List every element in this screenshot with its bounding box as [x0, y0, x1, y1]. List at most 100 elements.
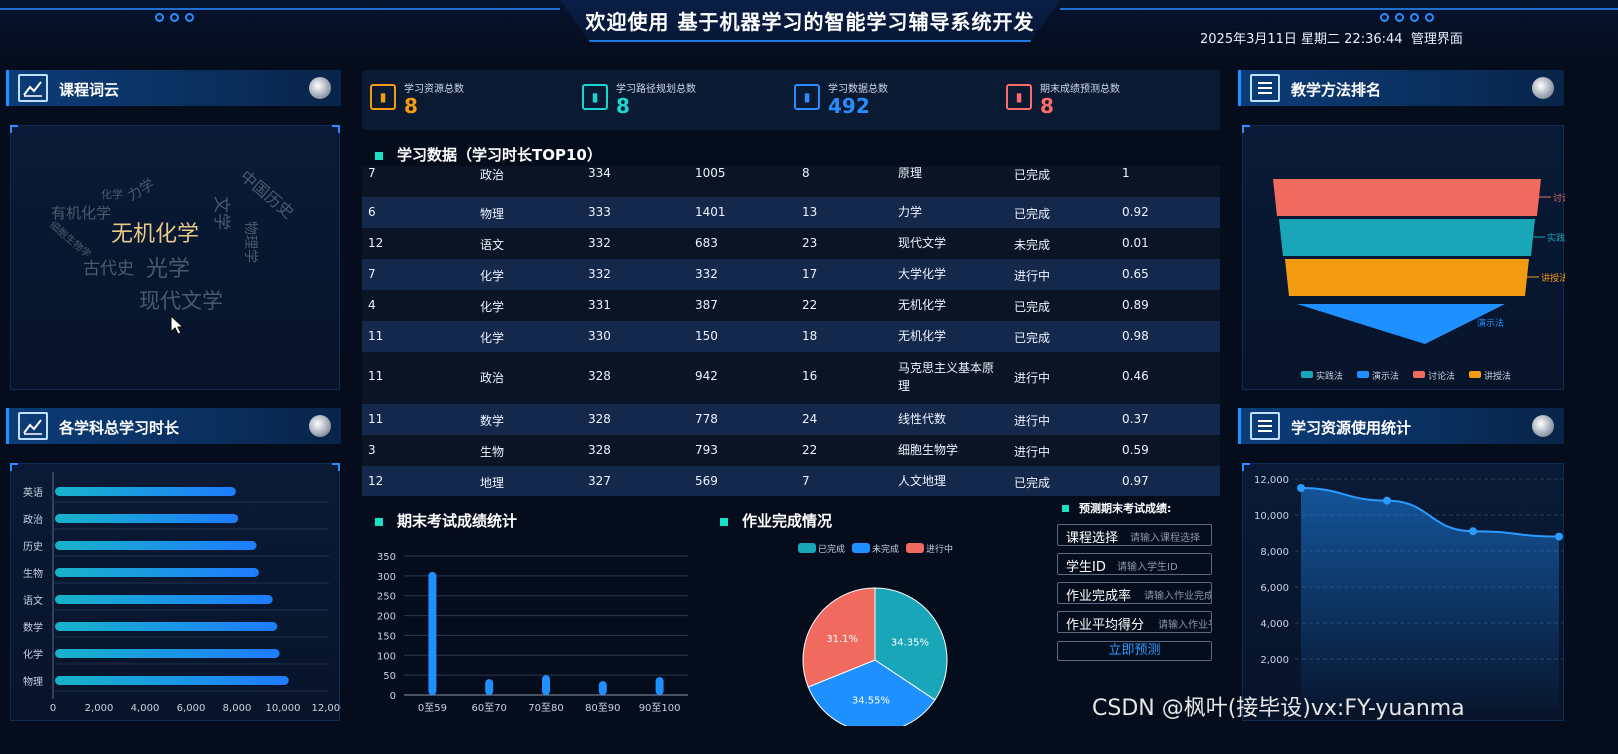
table-row: 7 政治 334 1005 8 原理 已完成 1 [362, 166, 1220, 189]
table-cell: 332 [695, 267, 718, 281]
hours-category-label: 历史 [23, 541, 43, 553]
table-cell: 6 [368, 205, 376, 219]
word-9: 化学 [101, 187, 123, 201]
resources-panel-header: 学习资源使用统计 [1238, 408, 1564, 444]
student-id-field[interactable]: 学生ID 请输入学生ID [1057, 553, 1212, 575]
table-cell: 1 [1122, 166, 1130, 180]
area-y-tick: 8,000 [1260, 547, 1289, 558]
hours-bar [55, 622, 278, 631]
hours-category-label: 物理 [23, 675, 43, 688]
admin-link[interactable]: 管理界面 [1411, 32, 1463, 47]
table-cell: 327 [588, 474, 611, 488]
table-cell: 0.97 [1122, 474, 1149, 488]
table-cell: 942 [695, 369, 718, 383]
hours-panel: 英语 政治 历史 生物 语文 数学 化学 物理 0 2,000 4,000 6,000 8,000 10,… [10, 463, 347, 721]
word-6: 文学 [211, 196, 231, 230]
table-cell: 已完成 [1014, 300, 1051, 314]
exam-x-tick: 70至80 [528, 702, 563, 714]
stat-value: 8 [404, 94, 418, 118]
resources-title: 学习资源使用统计 [1291, 419, 1412, 437]
hours-x-tick: 0 [50, 703, 56, 714]
hours-category-label: 政治 [23, 513, 43, 526]
table-cell: 22 [802, 443, 818, 457]
table-cell: 683 [695, 236, 718, 250]
homework-legend-label: 进行中 [926, 543, 953, 555]
hours-x-tick: 12,000 [312, 703, 342, 714]
stat-value: 8 [1040, 94, 1054, 118]
methods-legend-label: 演示法 [1372, 370, 1399, 382]
table-cell: 线性代数 [898, 412, 947, 426]
completion-rate-field[interactable]: 作业完成率 请输入作业完成率 [1057, 582, 1212, 604]
table-row: 12 语文 332 683 23 现代文学 未完成 0.01 [362, 228, 1220, 259]
methods-title: 教学方法排名 [1291, 81, 1382, 99]
table-cell: 已完成 [1014, 168, 1051, 182]
hours-x-tick: 4,000 [131, 703, 160, 714]
word-8: 物理学 [242, 221, 258, 263]
table-cell: 8 [802, 166, 810, 180]
area-y-tick: 4,000 [1260, 619, 1289, 630]
panel-disc-icon [1532, 415, 1554, 437]
table-cell: 大学化学 [898, 267, 947, 281]
table-cell: 0.37 [1122, 412, 1149, 426]
stat-card: ▮ 学习路径规划总数 8 [582, 78, 782, 122]
word-2: 古代史 [83, 259, 134, 279]
table-cell: 原理 [898, 166, 923, 180]
predict-icon: ▮ [1006, 84, 1032, 110]
table-cell: 12 [368, 474, 384, 488]
table-cell: 11 [368, 329, 384, 343]
word-10: 细胞生物学 [47, 218, 94, 260]
field-placeholder: 请输入作业平均得分 [1158, 620, 1211, 631]
header-dots-right [1380, 13, 1434, 22]
legend-swatch [906, 543, 924, 553]
table-cell: 已完成 [1014, 331, 1051, 345]
table-cell: 现代文学 [898, 236, 947, 250]
legend-swatch [1469, 371, 1481, 378]
panel-disc-icon [309, 77, 331, 99]
table-cell: 4 [368, 298, 376, 312]
word-5: 中国历史 [236, 167, 297, 223]
hours-x-tick: 8,000 [223, 703, 252, 714]
field-placeholder: 请输入课程选择 [1130, 533, 1200, 544]
table-cell: 化学 [480, 331, 505, 345]
wordcloud-title: 课程词云 [59, 81, 120, 99]
methods-legend-label: 实践法 [1316, 370, 1343, 382]
wordcloud-panel-header: 课程词云 [6, 70, 341, 106]
hours-bar [55, 595, 273, 604]
page-title: 欢迎使用 基于机器学习的智能学习辅导系统开发 [585, 10, 1035, 34]
panel-disc-icon [309, 415, 331, 437]
table-cell: 0.98 [1122, 329, 1149, 343]
legend-swatch [1357, 371, 1369, 378]
table-row: 3 生物 328 793 22 细胞生物学 进行中 0.59 [362, 435, 1220, 466]
table-cell: 马克思主义基本原理 [898, 361, 995, 393]
table-cell: 0.92 [1122, 205, 1149, 219]
table-cell: 进行中 [1014, 269, 1051, 283]
table-cell: 进行中 [1014, 445, 1051, 459]
table-cell: 332 [588, 267, 611, 281]
book-icon: ▮ [370, 84, 396, 110]
avg-score-field[interactable]: 作业平均得分 请输入作业平均得分 [1057, 611, 1212, 633]
table-cell: 328 [588, 412, 611, 426]
hours-panel-header: 各学科总学习时长 [6, 408, 341, 444]
chart-icon [18, 74, 48, 102]
table-row: 12 地理 327 569 7 人文地理 已完成 0.97 [362, 466, 1220, 496]
predict-button[interactable]: 立即预测 [1057, 641, 1212, 661]
course-select-field[interactable]: 课程选择 请输入课程选择 [1057, 524, 1212, 546]
area-point [1383, 496, 1391, 505]
methods-panel-header: 教学方法排名 [1238, 70, 1564, 106]
table-cell: 政治 [480, 168, 505, 182]
table-cell: 17 [802, 267, 818, 281]
datetime-display: 2025年3月11日 星期二 22:36:44 管理界面 [1200, 28, 1463, 47]
legend-swatch [1301, 371, 1313, 378]
table-title: 学习数据（学习时长TOP10） [397, 146, 602, 164]
wordcloud: 无机化学 有机化学 古代史 光学 现代文学 中国历史 文学 力学 物理学 化学 … [47, 167, 298, 335]
stat-label: 学习资源总数 [404, 84, 464, 95]
word-3: 光学 [146, 257, 190, 282]
field-label: 课程选择 [1066, 531, 1119, 546]
table-cell: 13 [802, 205, 818, 219]
hours-bar [55, 649, 280, 658]
table-cell: 328 [588, 369, 611, 383]
table-cell: 0.89 [1122, 298, 1149, 312]
pie-value-label: 34.55% [852, 695, 890, 706]
stat-value: 492 [828, 94, 870, 118]
table-cell: 化学 [480, 300, 505, 314]
